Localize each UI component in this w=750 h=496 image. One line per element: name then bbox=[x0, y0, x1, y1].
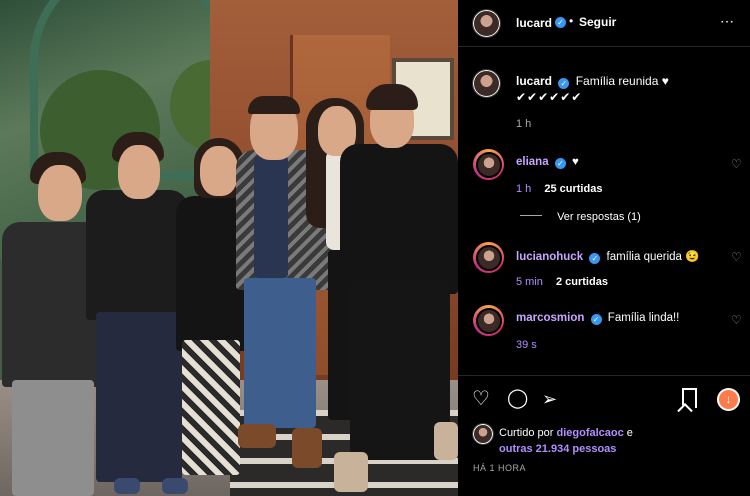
story-ring[interactable] bbox=[473, 149, 504, 180]
heart-emoji: ♥ bbox=[661, 74, 669, 88]
comment-text: família querida 😉 bbox=[606, 251, 700, 263]
comment-likes[interactable]: 2 curtidas bbox=[556, 276, 608, 288]
verified-icon: ✓ bbox=[589, 253, 601, 264]
caption-time[interactable]: 1 h bbox=[516, 118, 531, 130]
heart-icon[interactable]: ♡ bbox=[731, 250, 742, 264]
bookmark-icon[interactable] bbox=[682, 388, 697, 408]
comment-text: ♥ bbox=[572, 156, 579, 168]
liker-avatar[interactable] bbox=[472, 423, 494, 445]
share-icon[interactable]: ➢ bbox=[542, 389, 557, 409]
author-username[interactable]: lucard bbox=[516, 16, 552, 30]
comment-time[interactable]: 39 s bbox=[516, 339, 537, 351]
verified-icon: ✓ bbox=[590, 314, 602, 325]
caption-text: Família reunida bbox=[575, 74, 659, 88]
post-photo[interactable] bbox=[0, 0, 458, 496]
comment-icon[interactable]: ◯ bbox=[507, 389, 528, 409]
heart-icon[interactable]: ♡ bbox=[731, 157, 742, 171]
post-sidebar: lucard ✓ • Seguir ⋯ lucard ✓ Família reu… bbox=[458, 0, 750, 496]
action-bar: ♡ ◯ ➢ ↓ bbox=[458, 375, 750, 422]
view-replies-label[interactable]: Ver respostas (1) bbox=[557, 211, 641, 223]
commenter-avatar[interactable] bbox=[475, 244, 502, 271]
more-icon[interactable]: ⋯ bbox=[720, 13, 735, 30]
comment-likes[interactable]: 25 curtidas bbox=[544, 183, 602, 195]
emoji-badge-icon[interactable]: ↓ bbox=[717, 388, 740, 411]
separator-dot: • bbox=[569, 14, 574, 28]
commenter-avatar[interactable] bbox=[475, 151, 502, 178]
commenter-username[interactable]: eliana bbox=[516, 156, 549, 168]
likes-prefix: Curtido por bbox=[499, 427, 554, 439]
post-viewer: lucard ✓ • Seguir ⋯ lucard ✓ Família reu… bbox=[0, 0, 750, 496]
likes-count[interactable]: outras 21.934 pessoas bbox=[499, 443, 616, 455]
comment-time[interactable]: 1 h bbox=[516, 183, 531, 195]
follow-button[interactable]: Seguir bbox=[579, 15, 616, 29]
commenter-username[interactable]: marcosmion bbox=[516, 312, 584, 324]
verified-icon: ✓ bbox=[555, 17, 566, 28]
caption-username[interactable]: lucard bbox=[516, 74, 552, 88]
view-replies[interactable]: Ver respostas (1) bbox=[520, 211, 641, 223]
post-header: lucard ✓ • Seguir ⋯ bbox=[458, 0, 750, 47]
heart-icon[interactable]: ♡ bbox=[472, 389, 490, 409]
story-ring[interactable] bbox=[473, 242, 504, 273]
comment-time[interactable]: 5 min bbox=[516, 276, 543, 288]
likes-conj: e bbox=[626, 427, 633, 439]
liker-username[interactable]: diegofalcaoc bbox=[556, 427, 623, 439]
author-avatar[interactable] bbox=[472, 9, 501, 38]
caption-emoji-line: ✔✔✔✔✔✔ bbox=[516, 90, 583, 104]
heart-icon[interactable]: ♡ bbox=[731, 313, 742, 327]
commenter-avatar[interactable] bbox=[475, 307, 502, 334]
verified-icon: ✓ bbox=[558, 78, 570, 89]
commenter-username[interactable]: lucianohuck bbox=[516, 251, 583, 263]
verified-icon: ✓ bbox=[554, 158, 566, 169]
caption-avatar[interactable] bbox=[472, 69, 501, 98]
comment-text: Família linda!! bbox=[607, 312, 680, 324]
story-ring[interactable] bbox=[473, 305, 504, 336]
post-time[interactable]: HÁ 1 HORA bbox=[473, 463, 526, 473]
reply-line bbox=[520, 215, 542, 216]
